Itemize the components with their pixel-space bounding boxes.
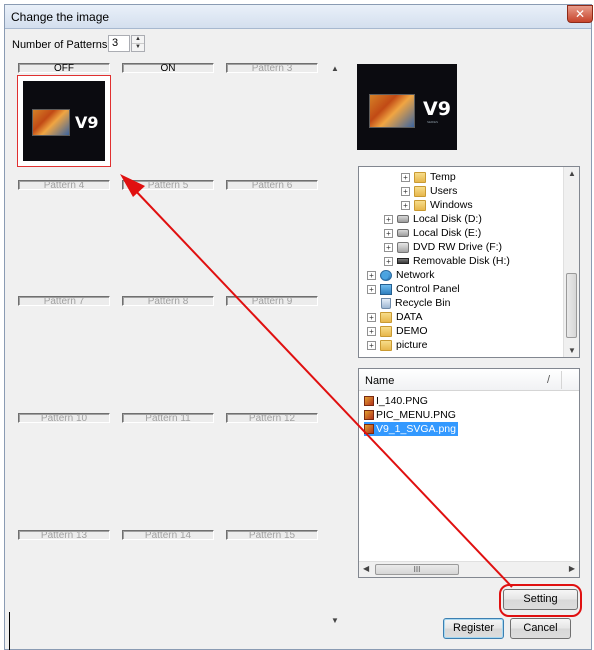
tree-scroll-thumb[interactable] <box>566 273 577 338</box>
dvd-icon <box>397 241 409 253</box>
tree-item-control-panel[interactable]: + Control Panel <box>367 282 460 296</box>
pattern-thumbnail-selected[interactable]: V9 <box>17 75 111 167</box>
tree-item-demo[interactable]: + DEMO <box>367 324 428 338</box>
number-of-patterns-spinner[interactable]: ▲ ▼ <box>131 35 145 52</box>
folder-icon <box>414 185 426 197</box>
tree-scrollbar[interactable]: ▲ ▼ <box>563 167 579 357</box>
column-divider[interactable] <box>561 371 562 389</box>
cancel-button[interactable]: Cancel <box>510 618 571 639</box>
image-file-icon <box>364 396 374 407</box>
scroll-up-icon[interactable]: ▲ <box>327 62 343 76</box>
image-file-icon <box>364 410 374 421</box>
file-row-i140[interactable]: I_140.PNG <box>364 394 430 408</box>
usb-icon <box>397 258 409 265</box>
pattern-label-10: Pattern 10 <box>18 413 110 424</box>
image-file-icon <box>364 424 374 435</box>
tree-item-temp[interactable]: + Temp <box>401 170 456 184</box>
tree-item-users[interactable]: + Users <box>401 184 457 198</box>
scroll-down-icon[interactable]: ▼ <box>327 614 343 628</box>
sort-indicator: / <box>547 374 551 386</box>
scroll-right-icon[interactable]: ▶ <box>569 564 575 573</box>
number-of-patterns-input[interactable]: 3 <box>108 35 130 52</box>
tree-item-dvd-drive[interactable]: + DVD RW Drive (F:) <box>384 240 502 254</box>
tree-item-recycle-bin[interactable]: Recycle Bin <box>381 296 450 310</box>
folder-icon <box>380 325 392 337</box>
pattern-label-off: OFF <box>18 63 110 74</box>
preview-image: V9 SERIES <box>357 64 457 150</box>
file-row-v9-svga[interactable]: V9_1_SVGA.png <box>364 422 458 436</box>
pattern-thumbnail-image: V9 <box>23 81 105 161</box>
folder-icon <box>380 339 392 351</box>
pattern-label-3: Pattern 3 <box>226 63 318 74</box>
folder-tree[interactable]: + Temp + Users + Windows + Local Disk (D:) +… <box>358 166 580 358</box>
pattern-label-13: Pattern 13 <box>18 530 110 541</box>
disk-icon <box>397 215 409 224</box>
scroll-left-icon[interactable]: ◀ <box>363 564 369 573</box>
pattern-label-14: Pattern 14 <box>122 530 214 541</box>
window-title: Change the image <box>11 10 110 24</box>
pattern-label-12: Pattern 12 <box>226 413 318 424</box>
thumb-brand-text: V9 <box>75 113 99 132</box>
pattern-label-11: Pattern 11 <box>122 413 214 424</box>
tree-item-network[interactable]: + Network <box>367 268 435 282</box>
recycle-bin-icon <box>381 297 391 309</box>
tree-item-picture[interactable]: + picture <box>367 338 428 352</box>
folder-icon <box>380 311 392 323</box>
file-list-scroll-thumb[interactable]: III <box>375 564 459 575</box>
spin-up-icon[interactable]: ▲ <box>132 36 144 43</box>
pattern-label-5: Pattern 5 <box>122 180 214 191</box>
tree-item-data[interactable]: + DATA <box>367 310 422 324</box>
scroll-up-icon[interactable]: ▲ <box>564 169 580 178</box>
network-icon <box>380 269 392 281</box>
pattern-label-6: Pattern 6 <box>226 180 318 191</box>
left-edge-line <box>9 612 10 650</box>
disk-icon <box>397 229 409 238</box>
control-panel-icon <box>380 283 392 295</box>
name-column-header[interactable]: Name <box>365 375 394 387</box>
scroll-down-icon[interactable]: ▼ <box>564 346 580 355</box>
tree-item-local-disk-d[interactable]: + Local Disk (D:) <box>384 212 482 226</box>
file-list[interactable]: Name / I_140.PNG PIC_MENU.PNG V9_1_SVGA.… <box>358 368 580 578</box>
pattern-label-8: Pattern 8 <box>122 296 214 307</box>
spin-down-icon[interactable]: ▼ <box>132 43 144 50</box>
close-icon[interactable]: ✕ <box>567 5 593 23</box>
file-row-pic-menu[interactable]: PIC_MENU.PNG <box>364 408 458 422</box>
file-list-horizontal-scrollbar[interactable]: ◀ III ▶ <box>359 561 579 577</box>
pattern-label-15: Pattern 15 <box>226 530 318 541</box>
tree-item-removable-disk[interactable]: + Removable Disk (H:) <box>384 254 510 268</box>
pattern-label-9: Pattern 9 <box>226 296 318 307</box>
preview-brand-text: V9 <box>423 98 451 120</box>
tree-item-windows[interactable]: + Windows <box>401 198 473 212</box>
preview-sub-text: SERIES <box>427 120 439 124</box>
pattern-label-4: Pattern 4 <box>18 180 110 191</box>
setting-button[interactable]: Setting <box>503 589 578 610</box>
pattern-label-7: Pattern 7 <box>18 296 110 307</box>
tree-item-local-disk-e[interactable]: + Local Disk (E:) <box>384 226 481 240</box>
register-button[interactable]: Register <box>443 618 504 639</box>
folder-icon <box>414 199 426 211</box>
patterns-vertical-scrollbar[interactable]: ▲ ▼ <box>327 62 343 628</box>
file-list-header[interactable]: Name / <box>359 369 579 391</box>
title-bar: Change the image ✕ <box>5 5 593 29</box>
number-of-patterns-label: Number of Patterns <box>12 39 108 51</box>
pattern-label-on: ON <box>122 63 214 74</box>
folder-icon <box>414 171 426 183</box>
